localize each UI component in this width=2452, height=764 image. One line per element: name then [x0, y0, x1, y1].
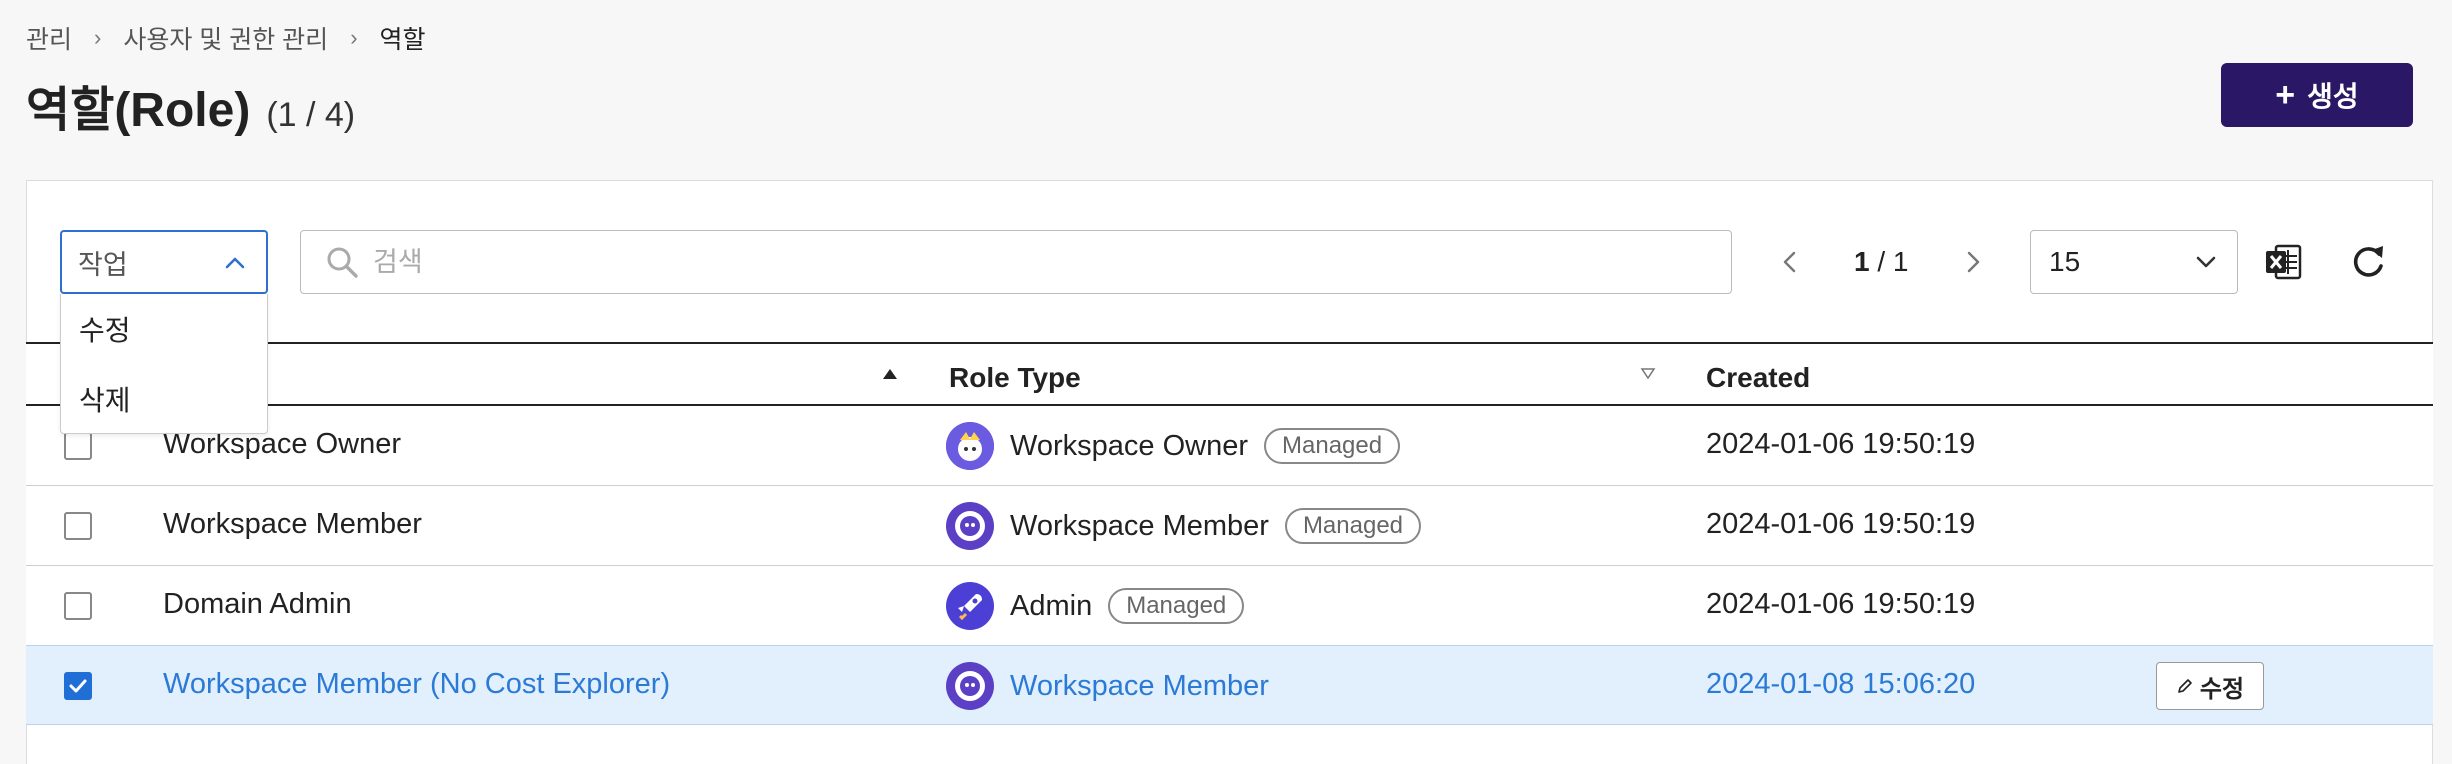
search-icon	[327, 247, 358, 278]
role-type-name: Admin	[1010, 589, 1093, 622]
role-type-cell: Workspace Member Managed	[946, 502, 1422, 550]
chevron-down-icon	[2196, 256, 2216, 268]
member-face-icon	[946, 502, 994, 550]
excel-export-icon[interactable]	[2264, 242, 2304, 282]
checkmark-icon	[69, 679, 87, 693]
created-date: 2024-01-06 19:50:19	[1706, 428, 1976, 460]
breadcrumb-item-user-permission[interactable]: 사용자 및 권한 관리	[123, 20, 328, 56]
owner-face-icon	[946, 422, 994, 470]
pager-current: 1	[1854, 246, 1870, 277]
sort-asc-icon[interactable]	[882, 366, 898, 382]
member-face-icon	[946, 662, 994, 710]
role-type-cell: Workspace Member	[946, 662, 1269, 710]
create-button-label: 생성	[2307, 81, 2359, 112]
breadcrumb: 관리 › 사용자 및 권한 관리 › 역할	[26, 20, 426, 56]
role-type-cell: Admin Managed	[946, 582, 1245, 630]
rocket-icon	[946, 582, 994, 630]
workspace-owner-avatar-icon	[946, 422, 994, 470]
breadcrumb-item-role: 역할	[379, 26, 426, 54]
pencil-icon	[2178, 679, 2192, 693]
create-button[interactable]: + 생성	[2221, 63, 2413, 127]
workspace-member-avatar-icon	[946, 662, 994, 710]
menu-item-edit[interactable]: 수정	[61, 294, 267, 364]
chevron-up-icon	[225, 257, 245, 269]
breadcrumb-item-admin[interactable]: 관리	[26, 20, 72, 56]
next-page-button[interactable]	[1953, 242, 1993, 282]
managed-badge: Managed	[1284, 508, 1422, 544]
created-date: 2024-01-06 19:50:19	[1706, 508, 1976, 540]
page-size-select[interactable]: 15	[2030, 230, 2238, 294]
refresh-icon[interactable]	[2348, 242, 2388, 282]
column-role-type[interactable]: Role Type	[949, 362, 1081, 394]
breadcrumb-separator-icon: ›	[350, 25, 358, 50]
chevron-right-icon	[1967, 251, 1979, 273]
role-name: Domain Admin	[163, 588, 352, 620]
breadcrumb-separator-icon: ›	[94, 25, 102, 50]
role-type-name: Workspace Owner	[1010, 429, 1248, 462]
plus-icon: +	[2275, 76, 2296, 114]
action-select[interactable]: 작업	[60, 230, 268, 294]
action-select-value: 작업	[78, 249, 128, 280]
column-created[interactable]: Created	[1706, 362, 1810, 394]
search-input[interactable]	[373, 246, 1673, 278]
row-checkbox[interactable]	[64, 512, 92, 540]
pager: 1 / 1	[1770, 230, 1993, 294]
row-checkbox[interactable]	[64, 432, 92, 460]
admin-avatar-icon	[946, 582, 994, 630]
table-row[interactable]: Workspace Owner Workspace Owner Managed …	[26, 406, 2433, 486]
managed-badge: Managed	[1264, 428, 1401, 464]
role-type-name: Workspace Member	[1010, 509, 1269, 542]
chevron-left-icon	[1783, 251, 1796, 273]
title-row: 역할(Role) (1 / 4)	[26, 70, 355, 140]
page-title: 역할(Role)	[26, 84, 251, 137]
table-row[interactable]: Domain Admin Admin Managed 2024-01-06 19…	[26, 566, 2433, 646]
search-box	[300, 230, 1732, 294]
sort-desc-icon[interactable]	[1640, 366, 1656, 382]
edit-button-label: 수정	[2199, 675, 2245, 703]
managed-badge: Managed	[1108, 588, 1245, 624]
action-dropdown-menu: 수정 삭제	[60, 294, 268, 434]
role-type-cell: Workspace Owner Managed	[946, 422, 1401, 470]
table-row[interactable]: Workspace Member Workspace Member Manage…	[26, 486, 2433, 566]
created-date: 2024-01-08 15:06:20	[1706, 668, 1976, 700]
role-name: Workspace Member	[163, 508, 422, 540]
edit-button[interactable]: 수정	[2156, 662, 2264, 710]
role-name[interactable]: Workspace Member (No Cost Explorer)	[163, 668, 670, 701]
prev-page-button[interactable]	[1770, 242, 1810, 282]
pager-total: 1	[1892, 246, 1909, 277]
pager-separator: /	[1877, 246, 1886, 277]
page: 관리 › 사용자 및 권한 관리 › 역할 역할(Role) (1 / 4) +…	[0, 0, 2452, 764]
pager-text: 1 / 1	[1854, 246, 1909, 278]
table-row-selected[interactable]: Workspace Member (No Cost Explorer) Work…	[26, 645, 2433, 725]
page-count: (1 / 4)	[266, 96, 356, 134]
workspace-member-avatar-icon	[946, 502, 994, 550]
table-header: Role Type Created	[26, 342, 2433, 406]
row-checkbox[interactable]	[64, 592, 92, 620]
row-checkbox-checked[interactable]	[64, 672, 92, 700]
menu-item-delete[interactable]: 삭제	[61, 364, 267, 434]
page-size-value: 15	[2049, 246, 2081, 277]
created-date: 2024-01-06 19:50:19	[1706, 588, 1976, 620]
role-type-name: Workspace Member	[1010, 669, 1269, 702]
